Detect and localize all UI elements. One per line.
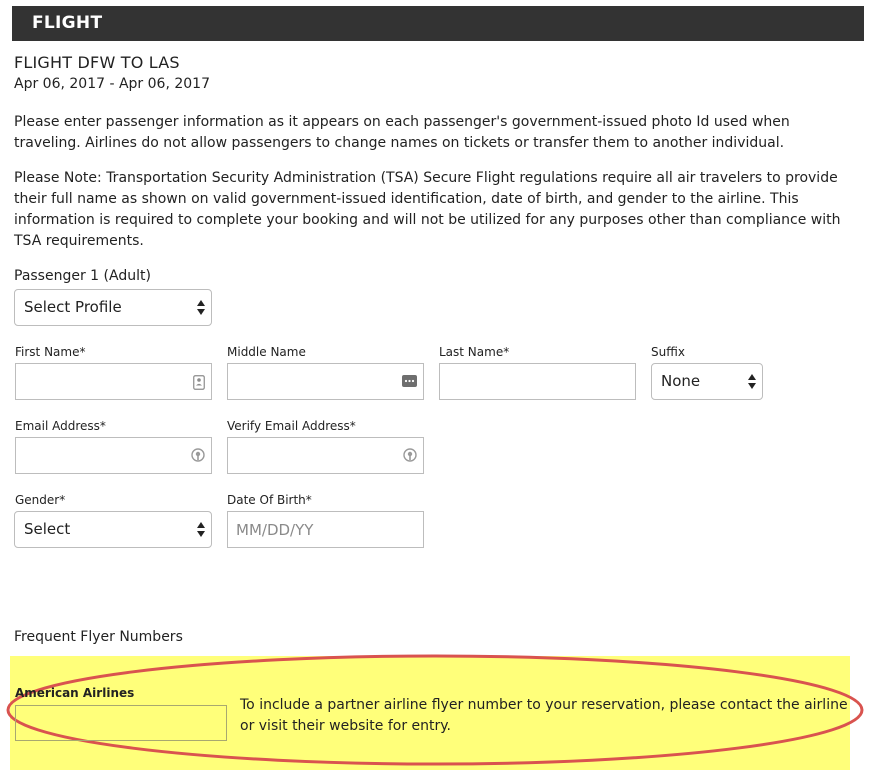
first-name-input[interactable] xyxy=(15,363,212,400)
last-name-label: Last Name* xyxy=(439,345,510,359)
email-input[interactable] xyxy=(15,437,212,474)
american-airlines-flyer-input[interactable] xyxy=(15,705,227,741)
updown-arrows-icon xyxy=(748,373,756,390)
section-header-title: FLIGHT xyxy=(32,13,103,33)
flight-title: FLIGHT DFW TO LAS xyxy=(14,53,180,72)
updown-arrows-icon xyxy=(197,521,205,538)
gender-value: Select xyxy=(24,520,71,538)
select-profile-value: Select Profile xyxy=(24,298,122,316)
updown-arrows-icon xyxy=(197,299,205,316)
first-name-label: First Name* xyxy=(15,345,86,359)
last-name-input[interactable] xyxy=(439,363,636,400)
dob-input[interactable] xyxy=(227,511,424,548)
middle-name-label: Middle Name xyxy=(227,345,306,359)
contact-card-icon[interactable] xyxy=(192,374,206,390)
instruction-paragraph-1: Please enter passenger information as it… xyxy=(14,114,790,151)
passenger-heading: Passenger 1 (Adult) xyxy=(14,268,151,284)
frequent-flyer-heading: Frequent Flyer Numbers xyxy=(14,629,183,645)
american-airlines-label: American Airlines xyxy=(15,686,135,700)
section-header: FLIGHT xyxy=(12,6,864,41)
autofill-key-icon[interactable] xyxy=(190,447,206,463)
suffix-label: Suffix xyxy=(651,345,685,359)
suffix-value: None xyxy=(661,372,701,390)
verify-email-input[interactable] xyxy=(227,437,424,474)
ellipsis-key-icon[interactable] xyxy=(401,374,417,388)
select-profile-dropdown[interactable]: Select Profile xyxy=(14,289,212,326)
dob-label: Date Of Birth* xyxy=(227,493,312,507)
tsa-note-paragraph: Please Note: Transportation Security Adm… xyxy=(14,170,841,249)
suffix-dropdown[interactable]: None xyxy=(651,363,763,400)
email-label: Email Address* xyxy=(15,419,106,433)
gender-label: Gender* xyxy=(15,493,66,507)
partner-airline-note: To include a partner airline flyer numbe… xyxy=(240,697,848,734)
middle-name-input[interactable] xyxy=(227,363,424,400)
verify-email-label: Verify Email Address* xyxy=(227,419,356,433)
flight-dates: Apr 06, 2017 - Apr 06, 2017 xyxy=(14,76,210,92)
gender-dropdown[interactable]: Select xyxy=(14,511,212,548)
autofill-key-icon[interactable] xyxy=(402,447,418,463)
